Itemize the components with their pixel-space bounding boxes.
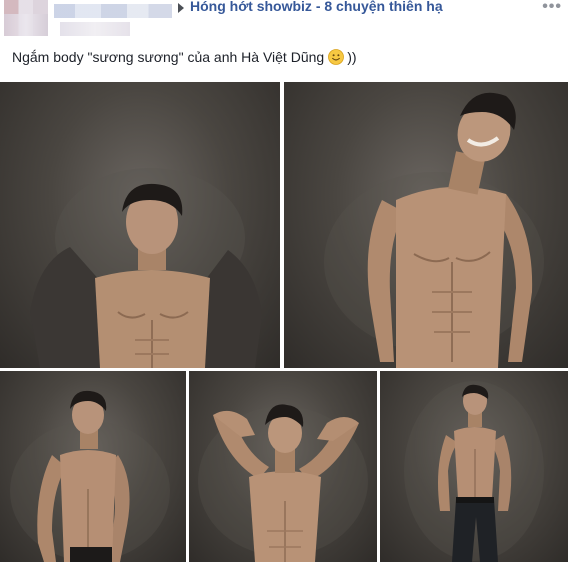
man-laughing-illustration <box>324 92 544 368</box>
avatar[interactable] <box>4 0 48 36</box>
post-header: Hóng hớt showbiz - 8 chuyện thiên hạ ••• <box>0 0 568 44</box>
group-name-link[interactable]: Hóng hớt showbiz - 8 chuyện thiên hạ <box>190 0 443 14</box>
photo-5[interactable] <box>380 371 568 562</box>
photo-1[interactable] <box>0 82 280 368</box>
man-jacket-illustration <box>30 168 262 368</box>
triangle-right-icon <box>178 3 184 13</box>
post-text-tail: )) <box>347 49 357 65</box>
photo-3[interactable] <box>0 371 186 562</box>
man-torso-illustration <box>10 390 170 562</box>
photo-2[interactable] <box>284 82 568 368</box>
photo-4[interactable] <box>189 371 377 562</box>
more-options-icon[interactable]: ••• <box>542 0 562 16</box>
post-text: Ngắm body "sương sương" của anh Hà Việt … <box>12 49 357 65</box>
smile-emoji-icon <box>328 49 345 65</box>
post-text-content: Ngắm body "sương sương" của anh Hà Việt … <box>12 49 325 65</box>
man-full-body-illustration <box>404 381 544 562</box>
man-arms-up-illustration <box>198 404 368 562</box>
post-meta-blurred <box>60 22 130 36</box>
author-name-blurred[interactable] <box>54 4 172 18</box>
